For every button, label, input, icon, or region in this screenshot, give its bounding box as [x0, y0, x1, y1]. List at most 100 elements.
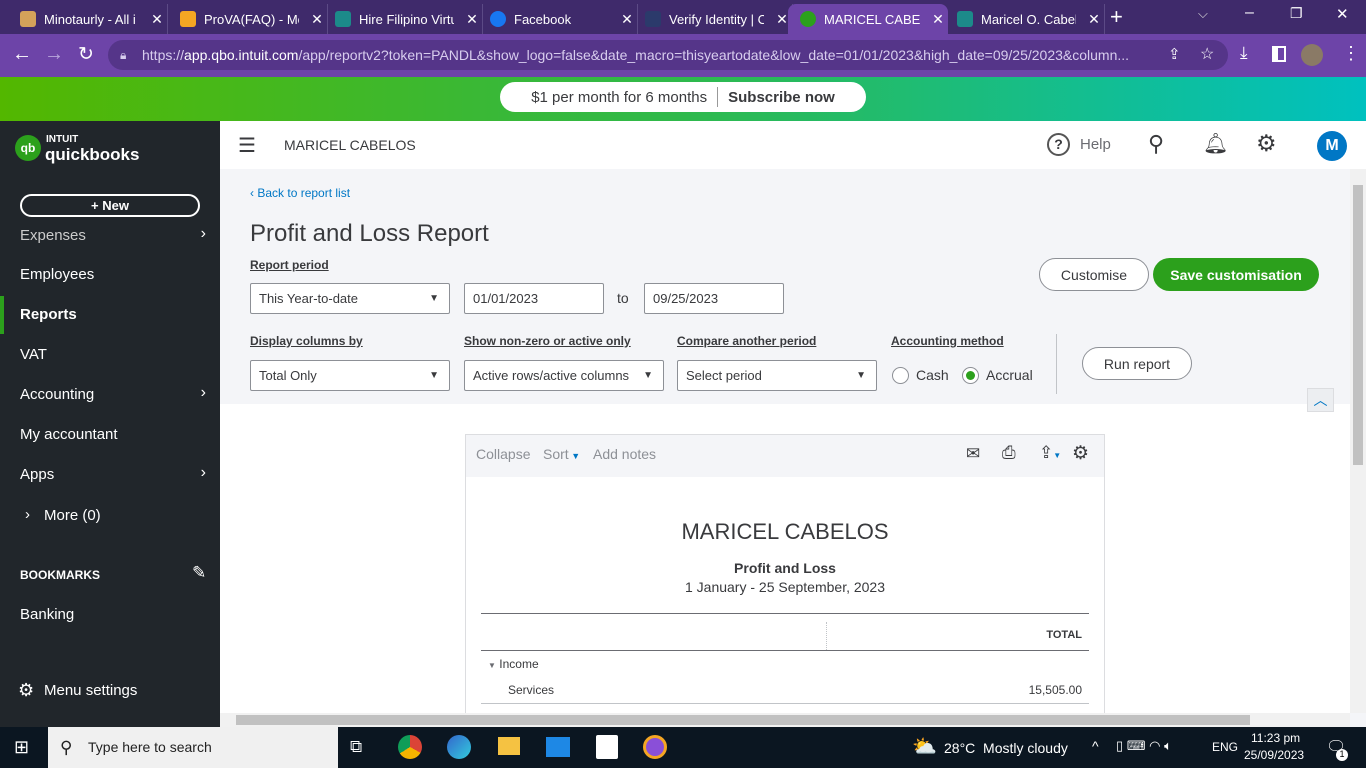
- menu-settings-button[interactable]: Menu settings: [44, 682, 137, 699]
- bookmarks-heading: BOOKMARKS: [20, 568, 100, 582]
- weather-text[interactable]: 28°C Mostly cloudy: [944, 740, 1068, 756]
- search-icon[interactable]: ⚲: [1148, 131, 1164, 157]
- taskbar-search-input[interactable]: ⚲ Type here to search: [48, 727, 338, 768]
- compare-period-select[interactable]: Select period ▼: [677, 360, 877, 391]
- sidebar-item-expenses[interactable]: Expenses: [20, 227, 86, 243]
- back-icon[interactable]: ←: [12, 43, 32, 66]
- browser-tab[interactable]: Hire Filipino Virtu ✕: [323, 4, 483, 34]
- quickbooks-favicon-icon: [800, 11, 816, 27]
- sidebar-item-accounting[interactable]: Accounting: [20, 386, 94, 403]
- sidebar-item-more[interactable]: More (0): [44, 507, 101, 524]
- store-icon[interactable]: [596, 735, 618, 759]
- email-icon[interactable]: ✉: [966, 444, 980, 464]
- clock-time[interactable]: 11:23 pm: [1251, 731, 1300, 745]
- language-indicator[interactable]: ENG: [1212, 740, 1238, 754]
- top-bar: ☰ MARICEL CABELOS ? Help ⚲ 🔔︎ ⚙ M: [220, 121, 1366, 169]
- back-to-report-list-link[interactable]: ‹ Back to report list: [250, 186, 350, 200]
- close-tab-icon[interactable]: ✕: [147, 11, 167, 28]
- non-zero-label: Show non-zero or active only: [464, 334, 631, 348]
- accrual-radio[interactable]: [962, 367, 979, 384]
- bell-icon[interactable]: 🔔︎: [1203, 131, 1228, 156]
- restore-icon[interactable]: ❐: [1290, 5, 1303, 22]
- end-date-input[interactable]: 09/25/2023: [644, 283, 784, 314]
- horizontal-scrollbar[interactable]: [220, 713, 1350, 727]
- browser-tab[interactable]: Maricel O. Cabel ✕: [945, 4, 1105, 34]
- income-toggle[interactable]: ▼ Income: [488, 657, 539, 671]
- close-window-icon[interactable]: ✕: [1336, 5, 1349, 23]
- tab-search-icon[interactable]: ⌵: [1198, 6, 1208, 22]
- run-report-button[interactable]: Run report: [1082, 347, 1192, 380]
- edge-icon[interactable]: [447, 735, 471, 759]
- new-tab-button[interactable]: +: [1110, 4, 1123, 30]
- menu-kebab-icon[interactable]: ⋮: [1342, 43, 1360, 64]
- vertical-scrollbar[interactable]: [1350, 169, 1366, 713]
- close-tab-icon[interactable]: ✕: [1084, 11, 1104, 28]
- task-view-icon[interactable]: ⧉: [350, 737, 362, 757]
- avatar[interactable]: M: [1317, 131, 1347, 161]
- subscribe-now-link[interactable]: Subscribe now: [728, 89, 835, 106]
- input-value: 01/01/2023: [473, 291, 539, 306]
- report-period-label: Report period: [250, 258, 329, 272]
- help-button[interactable]: Help: [1080, 136, 1111, 153]
- cash-radio[interactable]: [892, 367, 909, 384]
- gear-icon: ⚙: [18, 680, 35, 700]
- minimize-icon[interactable]: –: [1245, 4, 1254, 22]
- reload-icon[interactable]: ↻: [78, 43, 94, 66]
- display-columns-select[interactable]: Total Only ▼: [250, 360, 450, 391]
- sidebar-item-vat[interactable]: VAT: [20, 346, 47, 363]
- save-customisation-button[interactable]: Save customisation: [1153, 258, 1319, 291]
- column-header-total[interactable]: TOTAL: [1046, 629, 1082, 641]
- browser-tab-active[interactable]: MARICEL CABELO✕: [788, 4, 948, 34]
- show-hidden-icons-chevron-up-icon[interactable]: ^: [1092, 738, 1099, 754]
- browser-tab[interactable]: Verify Identity | C ✕: [633, 4, 793, 34]
- side-panel-icon[interactable]: [1272, 46, 1286, 62]
- start-date-input[interactable]: 01/01/2023: [464, 283, 604, 314]
- caret-down-icon: ▼: [856, 370, 866, 381]
- to-label: to: [617, 290, 629, 306]
- share-icon[interactable]: ⇪: [1168, 45, 1181, 63]
- tab-title: Hire Filipino Virtu: [359, 11, 454, 27]
- sort-dropdown[interactable]: Sort ▼: [543, 446, 580, 462]
- windows-start-icon[interactable]: ⊞: [14, 737, 29, 758]
- clock-date[interactable]: 25/09/2023: [1244, 748, 1304, 762]
- edit-pencil-icon[interactable]: ✎: [192, 563, 206, 583]
- bookmark-banking[interactable]: Banking: [20, 606, 74, 623]
- print-icon[interactable]: ⎙: [1002, 443, 1016, 463]
- report-period-select[interactable]: This Year-to-date ▼: [250, 283, 450, 314]
- sidebar-item-apps[interactable]: Apps: [20, 466, 54, 483]
- mail-icon[interactable]: [546, 737, 570, 757]
- tab-title: ProVA(FAQ) - Me: [204, 11, 299, 27]
- sidebar-item-reports[interactable]: Reports: [20, 306, 77, 323]
- collapse-menu-icon[interactable]: ☰: [238, 133, 256, 158]
- bookmark-star-icon[interactable]: ☆: [1200, 44, 1214, 64]
- tray-icons[interactable]: ▯ ⌨ ◠ 🔈︎: [1116, 738, 1172, 754]
- select-value: Total Only: [259, 368, 317, 383]
- non-zero-select[interactable]: Active rows/active columns ▼: [464, 360, 664, 391]
- collapse-filters-chevron-up-icon[interactable]: ︿: [1307, 388, 1334, 412]
- file-explorer-icon[interactable]: [498, 737, 520, 755]
- url-input[interactable]: 🔒︎ https://app.qbo.intuit.com/app/reportv…: [108, 40, 1228, 70]
- browser-tab[interactable]: ProVA(FAQ) - Me ✕: [168, 4, 328, 34]
- vpn-app-icon[interactable]: [643, 735, 667, 759]
- customise-button[interactable]: Customise: [1039, 258, 1149, 291]
- services-row-label[interactable]: Services: [508, 683, 554, 697]
- facebook-icon: [490, 11, 506, 27]
- download-icon[interactable]: ⤓: [1240, 43, 1248, 63]
- forward-icon[interactable]: →: [44, 43, 64, 66]
- help-icon[interactable]: ?: [1047, 133, 1070, 156]
- tab-title: Minotaurly - All i: [44, 11, 136, 27]
- sidebar-item-my-accountant[interactable]: My accountant: [20, 426, 118, 443]
- divider: [1056, 334, 1057, 394]
- browser-tab[interactable]: Facebook ✕: [478, 4, 638, 34]
- gear-icon[interactable]: ⚙: [1256, 130, 1277, 157]
- profile-avatar[interactable]: [1301, 44, 1323, 66]
- services-row-total[interactable]: 15,505.00: [1029, 683, 1082, 697]
- export-icon[interactable]: ⇪▼: [1039, 443, 1061, 463]
- report-settings-gear-icon[interactable]: ⚙: [1072, 442, 1089, 465]
- new-button[interactable]: + New: [20, 194, 200, 217]
- add-notes-link[interactable]: Add notes: [593, 446, 656, 462]
- chrome-icon[interactable]: [398, 735, 422, 759]
- browser-tab[interactable]: Minotaurly - All i ✕: [8, 4, 168, 34]
- collapse-link[interactable]: Collapse: [476, 446, 530, 462]
- sidebar-item-employees[interactable]: Employees: [20, 266, 94, 283]
